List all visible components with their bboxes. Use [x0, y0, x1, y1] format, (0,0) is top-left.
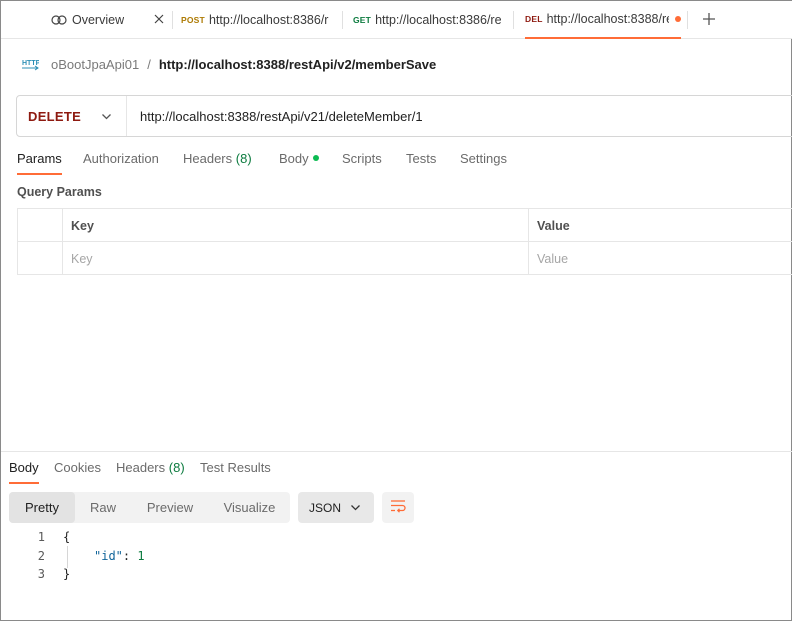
- json-value: 1: [137, 548, 145, 563]
- checkbox-column-header: [18, 209, 63, 242]
- code-text: {: [63, 530, 71, 544]
- method-label: DELETE: [28, 108, 82, 124]
- format-select[interactable]: JSON: [298, 492, 374, 523]
- tab-label: http://localhost:8386/res: [375, 13, 501, 27]
- view-mode-selector: Pretty Raw Preview Visualize: [9, 492, 290, 523]
- breadcrumb-separator: /: [147, 56, 151, 72]
- tab-label: Tests: [406, 151, 437, 166]
- url-input[interactable]: http://localhost:8388/restApi/v21/delete…: [127, 109, 792, 124]
- tab-label: Body: [279, 151, 309, 166]
- method-select[interactable]: DELETE: [17, 96, 127, 136]
- tab-divider: [342, 11, 343, 29]
- value-input[interactable]: Value: [529, 242, 792, 275]
- tab-headers[interactable]: Headers (8): [183, 151, 252, 175]
- response-tab-body[interactable]: Body: [9, 460, 39, 484]
- code-line: 3 }: [1, 566, 501, 585]
- wrap-lines-icon: [390, 499, 406, 516]
- response-tab-cookies[interactable]: Cookies: [54, 460, 101, 484]
- breadcrumb-collection[interactable]: oBootJpaApi01: [51, 57, 139, 72]
- code-line: 2 "id": 1: [1, 548, 501, 567]
- wrap-lines-button[interactable]: [382, 492, 414, 523]
- tab-delete-request[interactable]: DEL http://localhost:8388/re: [525, 1, 681, 39]
- tab-bar: Overview POST http://localhost:8386/re G…: [1, 1, 792, 39]
- row-checkbox-cell: [18, 242, 63, 275]
- close-icon[interactable]: [154, 12, 164, 27]
- response-body-editor[interactable]: 1 { 2 "id": 1 3 }: [1, 529, 501, 585]
- key-input[interactable]: Key: [63, 242, 529, 275]
- tab-divider: [172, 11, 173, 29]
- tab-settings[interactable]: Settings: [460, 151, 507, 175]
- tab-body[interactable]: Body: [279, 151, 319, 175]
- query-params-title: Query Params: [17, 185, 102, 199]
- tab-method: DEL: [525, 14, 543, 24]
- request-name[interactable]: http://localhost:8388/restApi/v2/memberS…: [159, 57, 436, 72]
- table-header-row: Key Value: [17, 209, 792, 242]
- tab-label: Headers: [116, 460, 166, 475]
- code-text: "id": 1: [94, 549, 145, 563]
- tab-overview[interactable]: Overview: [51, 1, 166, 39]
- line-number: 3: [37, 567, 45, 581]
- line-number: 1: [37, 530, 45, 544]
- breadcrumb: HTTP oBootJpaApi01 / http://localhost:83…: [21, 54, 436, 74]
- svg-text:HTTP: HTTP: [22, 60, 39, 67]
- tab-label: Cookies: [54, 460, 101, 475]
- json-key: "id": [94, 548, 123, 563]
- code-text: }: [63, 567, 71, 581]
- url-bar: DELETE http://localhost:8388/restApi/v21…: [16, 95, 792, 137]
- tab-params[interactable]: Params: [17, 151, 62, 175]
- tab-label: Settings: [460, 151, 507, 166]
- body-indicator-dot-icon: [312, 155, 319, 161]
- new-tab-button[interactable]: [701, 11, 717, 27]
- tab-scripts[interactable]: Scripts: [342, 151, 382, 175]
- tab-label: Test Results: [200, 460, 271, 475]
- value-column-header: Value: [537, 218, 570, 233]
- tab-label: Headers: [183, 151, 233, 166]
- tab-method: GET: [353, 15, 372, 25]
- overview-icon: [51, 14, 67, 26]
- view-preview-button[interactable]: Preview: [131, 492, 209, 523]
- tab-post-request[interactable]: POST http://localhost:8386/re: [181, 1, 329, 39]
- view-raw-button[interactable]: Raw: [75, 492, 131, 523]
- headers-count: (8): [168, 460, 185, 475]
- key-column-header: Key: [63, 209, 529, 242]
- http-icon: HTTP: [21, 56, 39, 72]
- response-tab-test-results[interactable]: Test Results: [200, 460, 271, 484]
- tab-divider: [513, 11, 514, 29]
- tab-label: Scripts: [342, 151, 382, 166]
- response-divider[interactable]: [1, 451, 792, 452]
- line-number: 2: [37, 548, 45, 563]
- chevron-down-icon: [350, 502, 361, 516]
- code-line: 1 {: [1, 529, 501, 548]
- plus-icon: [701, 13, 717, 30]
- tab-label: http://localhost:8386/re: [208, 13, 329, 27]
- tab-label: Overview: [72, 13, 125, 27]
- json-colon: :: [122, 548, 138, 563]
- view-pretty-button[interactable]: Pretty: [9, 492, 75, 523]
- view-visualize-button[interactable]: Visualize: [209, 492, 290, 523]
- tab-label: Authorization: [83, 151, 159, 166]
- table-row: Key Value: [17, 242, 792, 275]
- unsaved-dot-icon: [675, 16, 681, 22]
- query-params-table: Key Value Key Value: [17, 208, 792, 275]
- chevron-down-icon: [101, 110, 112, 125]
- tab-authorization[interactable]: Authorization: [83, 151, 159, 175]
- format-label: JSON: [309, 500, 342, 515]
- tab-method: POST: [181, 15, 205, 25]
- tab-label: Body: [9, 460, 39, 475]
- tab-get-request[interactable]: GET http://localhost:8386/res: [353, 1, 501, 39]
- tab-label: http://localhost:8388/re: [546, 12, 670, 26]
- tab-divider: [687, 11, 688, 29]
- tab-tests[interactable]: Tests: [406, 151, 436, 175]
- response-tab-headers[interactable]: Headers (8): [116, 460, 185, 484]
- tab-label: Params: [17, 151, 62, 166]
- indent-guide: [67, 546, 68, 568]
- headers-count: (8): [235, 151, 252, 166]
